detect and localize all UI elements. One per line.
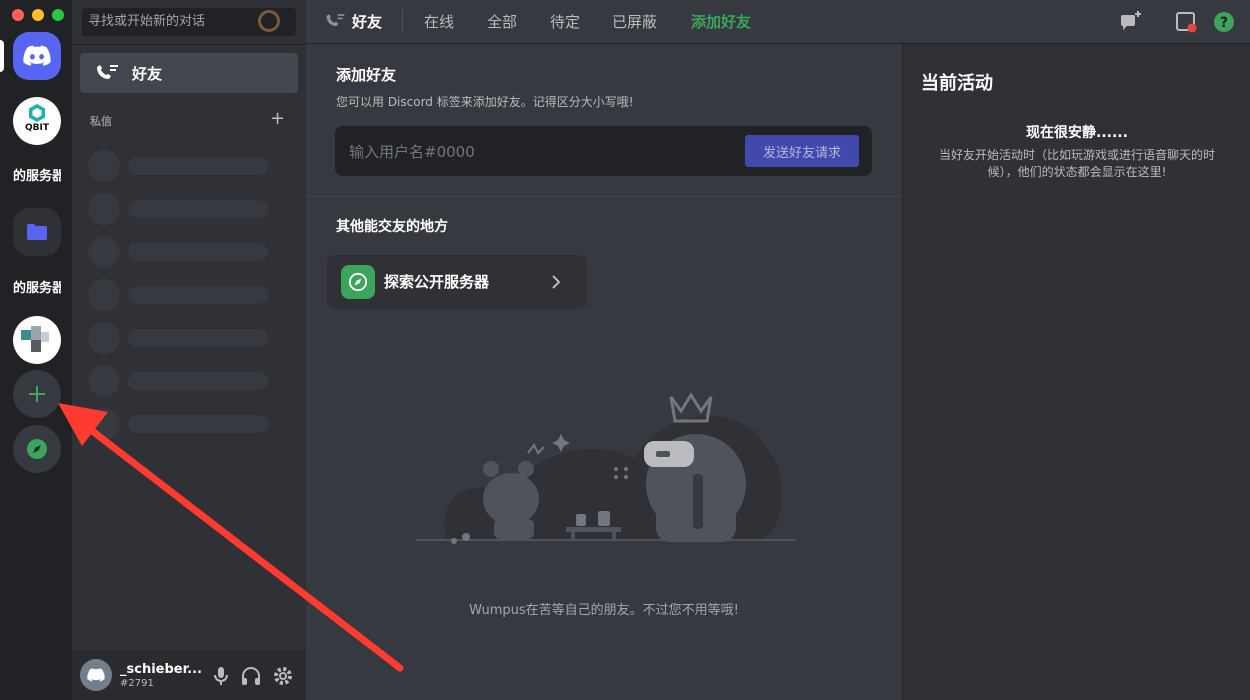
inbox-icon[interactable] <box>1174 10 1198 34</box>
add-friend-title: 添加好友 <box>336 66 397 84</box>
dm-placeholder <box>88 236 268 268</box>
server-name-text[interactable]: 的服务器 <box>13 165 61 184</box>
dm-sidebar: 寻找或开始新的对话 好友 私信 + _schieber... #2791 <box>72 0 306 700</box>
discord-logo-icon <box>23 45 51 66</box>
add-server-button[interactable] <box>13 370 61 418</box>
close-window-button[interactable] <box>12 9 24 21</box>
friends-wave-icon <box>326 14 345 27</box>
tab-online[interactable]: 在线 <box>424 11 454 32</box>
friends-wave-icon <box>97 65 118 79</box>
dm-placeholder <box>88 322 268 354</box>
avatar[interactable] <box>80 659 112 691</box>
wumpus-illustration <box>416 392 796 544</box>
top-bar: 好友 在线 全部 待定 已屏蔽 添加好友 ? <box>306 0 1250 44</box>
discord-logo-icon <box>87 668 105 682</box>
headphones-icon[interactable] <box>240 665 262 687</box>
new-group-dm-icon[interactable] <box>1118 10 1142 34</box>
plus-icon <box>29 386 45 402</box>
dm-placeholder <box>88 193 268 225</box>
compass-icon <box>341 265 375 299</box>
explore-public-servers-button[interactable]: 探索公开服务器 <box>327 255 587 309</box>
server-qbit[interactable]: QBIT <box>13 97 61 145</box>
discord-app: QBIT 的服务器 的服务器 寻找或开始新的对话 好友 私信 + _schieb… <box>0 0 1250 700</box>
explore-servers-button[interactable] <box>13 425 61 473</box>
create-dm-button[interactable]: + <box>270 108 285 129</box>
activity-empty-description: 当好友开始活动时（比如玩游戏或进行语音聊天的时候），他们的状态都会显示在这里! <box>938 148 1215 179</box>
server-name-text[interactable]: 的服务器 <box>13 277 61 296</box>
selected-indicator <box>0 40 4 72</box>
tab-add-friend[interactable]: 添加好友 <box>691 11 751 32</box>
gear-icon[interactable] <box>272 665 294 687</box>
microphone-icon[interactable] <box>210 665 232 687</box>
user-tag: #2791 <box>120 678 154 689</box>
divider <box>306 196 902 197</box>
server-rail: QBIT 的服务器 的服务器 <box>0 0 72 700</box>
maximize-window-button[interactable] <box>52 9 64 21</box>
svg-text:?: ? <box>1220 15 1228 31</box>
dm-placeholder <box>88 150 268 182</box>
minimize-window-button[interactable] <box>32 9 44 21</box>
other-places-title: 其他能交友的地方 <box>336 219 448 235</box>
activity-title: 当前活动 <box>921 73 993 94</box>
add-friend-input-box: 输入用户名#0000 发送好友请求 <box>335 126 872 176</box>
tab-blocked[interactable]: 已屏蔽 <box>612 11 657 32</box>
tab-pending[interactable]: 待定 <box>550 11 580 32</box>
empty-state-caption: Wumpus在苦等自己的朋友。不过您不用等哦! <box>469 603 739 618</box>
chevron-right-icon <box>552 275 561 289</box>
sidebar-divider <box>72 44 306 45</box>
window-controls <box>12 9 64 21</box>
help-icon[interactable]: ? <box>1212 10 1236 34</box>
user-panel: _schieber... #2791 <box>72 650 306 700</box>
folder-icon <box>27 224 47 240</box>
server-blurred-avatar[interactable] <box>13 316 61 364</box>
add-friend-description: 您可以用 Discord 标签来添加好友。记得区分大小写哦! <box>336 95 634 109</box>
loading-spinner-icon <box>258 10 280 32</box>
dm-placeholder <box>88 408 268 440</box>
explore-label: 探索公开服务器 <box>384 273 490 291</box>
username-input[interactable]: 输入用户名#0000 <box>349 141 475 162</box>
qbit-logo-icon <box>29 104 45 122</box>
dm-placeholder <box>88 279 268 311</box>
activity-panel: 当前活动 现在很安静...... 当好友开始活动时（比如玩游戏或进行语音聊天的时… <box>902 44 1250 700</box>
tab-all[interactable]: 全部 <box>487 11 517 32</box>
sidebar-item-friends[interactable]: 好友 <box>80 53 298 93</box>
dm-placeholder <box>88 365 268 397</box>
home-button[interactable] <box>13 32 61 80</box>
dm-section-header: 私信 <box>90 115 112 128</box>
qbit-label: QBIT <box>25 123 49 133</box>
activity-empty-title: 现在很安静...... <box>1026 125 1128 141</box>
compass-icon <box>27 439 47 459</box>
sidebar-item-label: 好友 <box>132 64 163 83</box>
username: _schieber... <box>120 662 202 677</box>
blurred-server-icon <box>21 326 49 352</box>
page-title: 好友 <box>352 13 383 31</box>
add-friend-panel: 添加好友 您可以用 Discord 标签来添加好友。记得区分大小写哦! 输入用户… <box>306 44 902 700</box>
divider <box>402 10 403 34</box>
send-friend-request-button[interactable]: 发送好友请求 <box>745 135 859 167</box>
server-folder[interactable] <box>13 208 61 256</box>
